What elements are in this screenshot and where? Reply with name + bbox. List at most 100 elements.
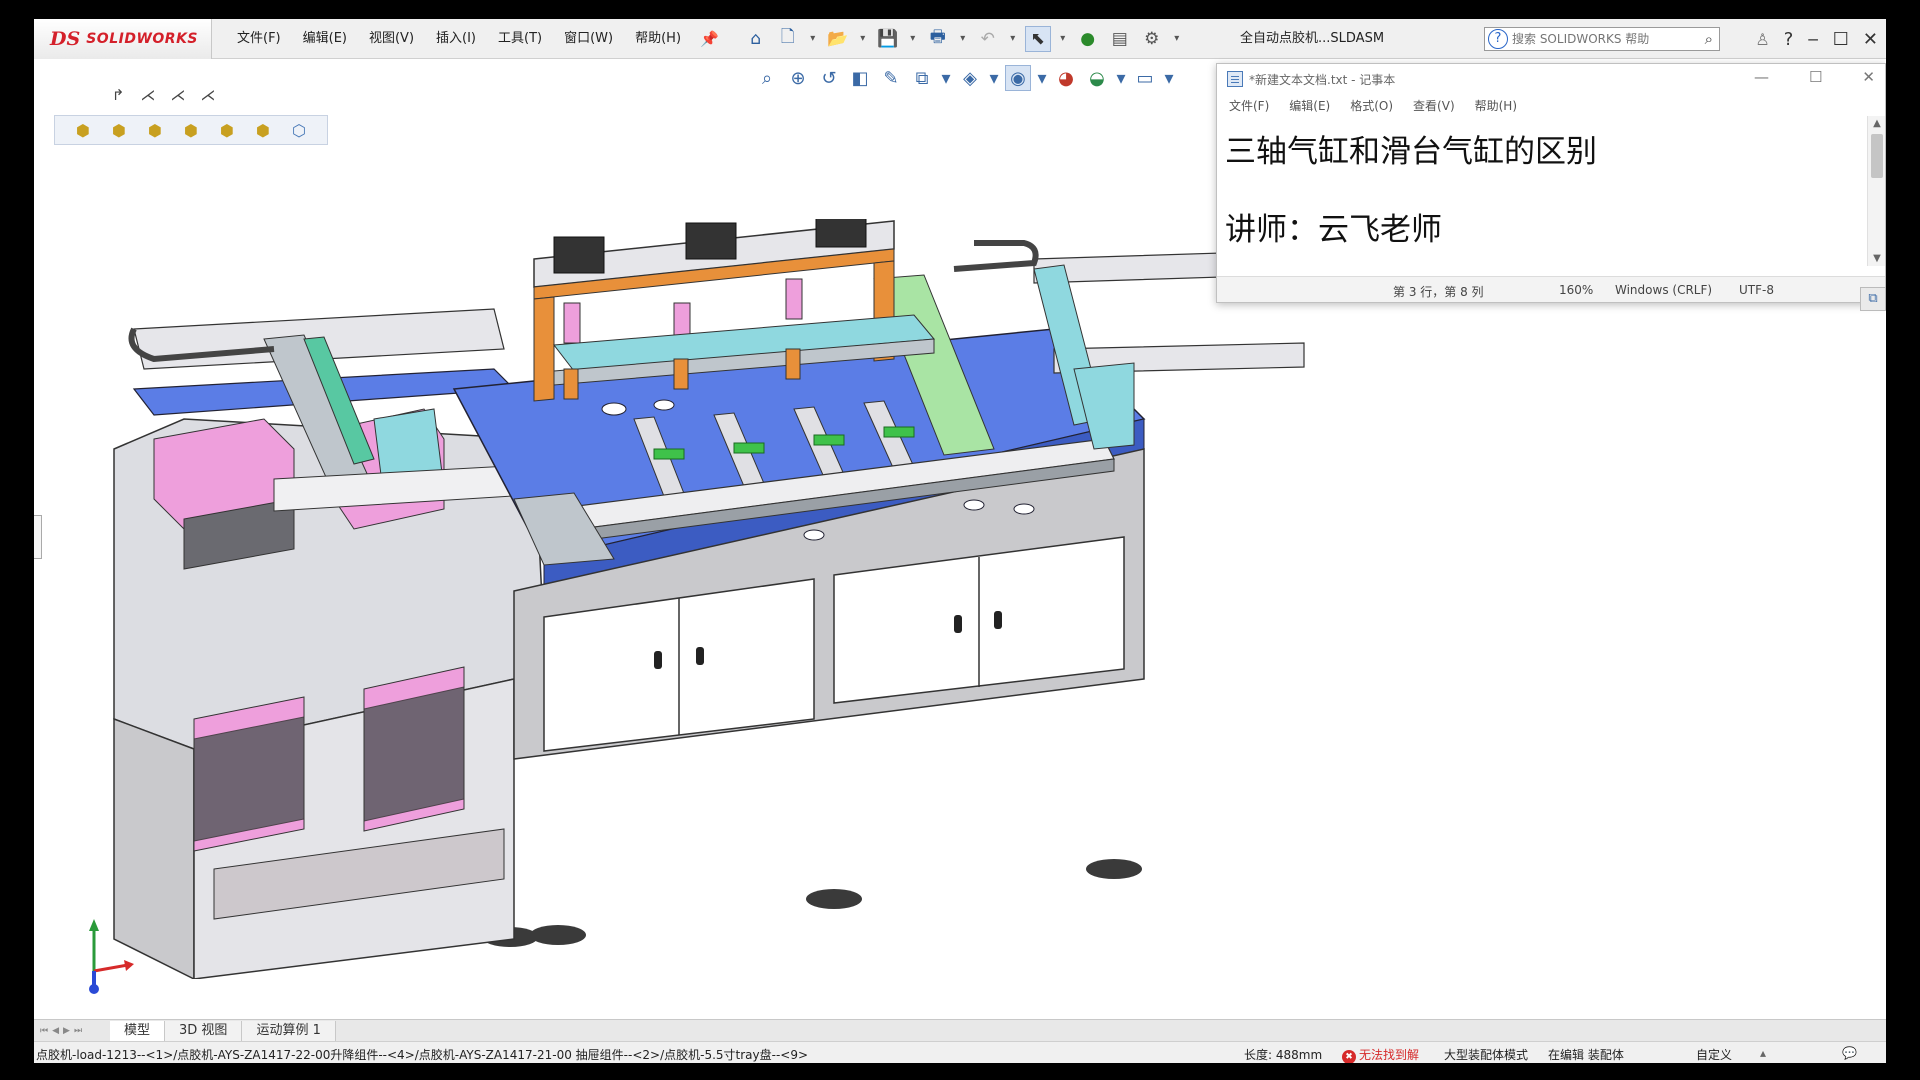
open-icon[interactable]: 📂: [825, 26, 851, 52]
display-style-dropdown-icon[interactable]: ▾: [988, 65, 1000, 91]
dynamic-annotation-icon[interactable]: ✎: [878, 65, 904, 91]
notepad-menu-file[interactable]: 文件(F): [1229, 97, 1269, 114]
select-dropdown-icon[interactable]: ▾: [1057, 26, 1069, 52]
notepad-icon: [1227, 71, 1243, 87]
status-chat-icon[interactable]: 💬: [1842, 1046, 1857, 1060]
length-readout: 长度: 488mm: [1244, 1048, 1323, 1062]
notepad-text-area[interactable]: 三轴气缸和滑台气缸的区别 讲师：云飞老师: [1217, 116, 1867, 266]
save-icon[interactable]: 💾: [875, 26, 901, 52]
menu-tools[interactable]: 工具(T): [487, 19, 553, 59]
undo-icon[interactable]: ↶: [975, 26, 1001, 52]
units-custom[interactable]: 自定义: [1696, 1046, 1732, 1063]
hide-show-dropdown-icon[interactable]: ▾: [1036, 65, 1048, 91]
menu-view[interactable]: 视图(V): [358, 19, 425, 59]
prev-tab-icon[interactable]: ◀: [52, 1026, 59, 1036]
model-viewport[interactable]: [74, 219, 1634, 979]
menu-help[interactable]: 帮助(H): [624, 19, 692, 59]
open-dropdown-icon[interactable]: ▾: [857, 26, 869, 52]
linear-pattern-icon[interactable]: ⬢: [141, 118, 169, 142]
tab-scroll-arrows[interactable]: ⏮ ◀ ▶ ⏭: [34, 1020, 110, 1042]
tab-3d-views[interactable]: 3D 视图: [165, 1020, 243, 1041]
menu-file[interactable]: 文件(F): [226, 19, 292, 59]
last-tab-icon[interactable]: ⏭: [74, 1026, 82, 1036]
select-icon[interactable]: ⬉: [1024, 25, 1051, 52]
new-document-icon[interactable]: 🗋: [775, 26, 801, 52]
view-settings-icon[interactable]: ▭: [1132, 65, 1158, 91]
notepad-close-icon[interactable]: ✕: [1862, 68, 1875, 86]
apply-scene-dropdown-icon[interactable]: ▾: [1115, 65, 1127, 91]
notepad-maximize-icon[interactable]: ☐: [1809, 68, 1822, 86]
move-component-icon[interactable]: ⬢: [213, 118, 241, 142]
previous-view-icon[interactable]: ↺: [816, 65, 842, 91]
print-icon[interactable]: 🖶: [925, 26, 951, 52]
insert-component-icon[interactable]: ⬢: [69, 118, 97, 142]
options-gear-icon[interactable]: ⚙: [1139, 26, 1165, 52]
search-icon[interactable]: ⌕: [1705, 30, 1713, 48]
next-tab-icon[interactable]: ▶: [63, 1026, 70, 1036]
file-properties-icon[interactable]: ▤: [1107, 26, 1133, 52]
task-pane-icon[interactable]: ⧉: [1860, 287, 1886, 311]
notepad-window[interactable]: *新建文本文档.txt - 记事本 — ☐ ✕ 文件(F) 编辑(E) 格式(O…: [1216, 63, 1886, 303]
mate-icon[interactable]: ⬢: [105, 118, 133, 142]
maximize-icon[interactable]: ☐: [1833, 29, 1849, 50]
traffic-light-icon[interactable]: ●: [1075, 26, 1101, 52]
notepad-menu-help[interactable]: 帮助(H): [1475, 97, 1517, 114]
line-tool-icon[interactable]: ⋌: [166, 83, 190, 107]
edit-appearance-icon[interactable]: ◕: [1053, 65, 1079, 91]
print-dropdown-icon[interactable]: ▾: [957, 26, 969, 52]
solidworks-logo[interactable]: DS SOLIDWORKS: [34, 19, 212, 59]
notepad-line-2: 讲师：云飞老师: [1225, 212, 1442, 248]
zoom-to-fit-icon[interactable]: ⌕: [754, 65, 780, 91]
spline-tool-icon[interactable]: ⋌: [196, 83, 220, 107]
new-dropdown-icon[interactable]: ▾: [807, 26, 819, 52]
view-orientation-dropdown-icon[interactable]: ▾: [940, 65, 952, 91]
smart-fasteners-icon[interactable]: ⬢: [177, 118, 205, 142]
view-orientation-icon[interactable]: ⧉: [909, 65, 935, 91]
notepad-scrollbar[interactable]: ▲ ▼: [1867, 116, 1885, 266]
apply-scene-icon[interactable]: ◒: [1084, 65, 1110, 91]
redirect-icon[interactable]: ↱: [106, 83, 130, 107]
editing-assembly: 在编辑 装配体: [1548, 1048, 1624, 1062]
help-search-input[interactable]: [1512, 32, 1672, 46]
hide-show-icon[interactable]: ◉: [1005, 65, 1031, 91]
tab-motion-study[interactable]: 运动算例 1: [242, 1020, 336, 1041]
document-title: 全自动点胶机...SLDASM: [1240, 31, 1385, 46]
zoom-area-icon[interactable]: ⊕: [785, 65, 811, 91]
options-dropdown-icon[interactable]: ▾: [1171, 26, 1183, 52]
notepad-minimize-icon[interactable]: —: [1754, 68, 1769, 86]
section-view-icon[interactable]: ◧: [847, 65, 873, 91]
close-icon[interactable]: ✕: [1863, 29, 1878, 50]
scroll-up-icon[interactable]: ▲: [1868, 118, 1886, 129]
notepad-menu-view[interactable]: 查看(V): [1413, 97, 1455, 114]
tab-model[interactable]: 模型: [110, 1020, 166, 1041]
notepad-menu-format[interactable]: 格式(O): [1350, 97, 1393, 114]
pin-menu-icon[interactable]: 📌: [700, 30, 719, 48]
notepad-menu-edit[interactable]: 编辑(E): [1289, 97, 1330, 114]
minimize-icon[interactable]: ‒: [1807, 29, 1818, 50]
smart-dimension-icon[interactable]: ⋌: [136, 83, 160, 107]
menu-window[interactable]: 窗口(W): [553, 19, 624, 59]
first-tab-icon[interactable]: ⏮: [40, 1026, 48, 1036]
heads-up-view-toolbar: ⌕ ⊕ ↺ ◧ ✎ ⧉ ▾ ◈ ▾ ◉ ▾ ◕ ◒ ▾ ▭ ▾: [754, 63, 1175, 93]
feature-tree-toggle[interactable]: [34, 515, 42, 559]
help-circle-icon: ?: [1488, 29, 1508, 49]
help-search-box[interactable]: ? ⌕: [1484, 27, 1720, 51]
home-icon[interactable]: ⌂: [743, 26, 769, 52]
view-settings-dropdown-icon[interactable]: ▾: [1163, 65, 1175, 91]
menu-insert[interactable]: 插入(I): [425, 19, 487, 59]
show-hidden-icon[interactable]: ⬢: [249, 118, 277, 142]
cursor-position: 第 3 行，第 8 列: [1393, 285, 1484, 299]
save-dropdown-icon[interactable]: ▾: [907, 26, 919, 52]
solidworks-window: DS SOLIDWORKS 文件(F) 编辑(E) 视图(V) 插入(I) 工具…: [34, 19, 1886, 1063]
display-style-icon[interactable]: ◈: [957, 65, 983, 91]
undo-dropdown-icon[interactable]: ▾: [1007, 26, 1019, 52]
user-icon[interactable]: ♙: [1755, 30, 1769, 49]
assembly-features-icon[interactable]: ⬡: [285, 118, 313, 142]
units-dropdown-icon[interactable]: ▴: [1760, 1046, 1766, 1060]
scroll-thumb[interactable]: [1871, 134, 1883, 178]
scroll-down-icon[interactable]: ▼: [1868, 253, 1886, 264]
solve-error-status[interactable]: 无法找到解: [1342, 1046, 1419, 1063]
menu-edit[interactable]: 编辑(E): [292, 19, 358, 59]
standard-toolbar: ⌂ 🗋 ▾ 📂 ▾ 💾 ▾ 🖶 ▾ ↶ ▾ ⬉ ▾ ● ▤ ⚙ ▾: [743, 25, 1183, 52]
help-icon[interactable]: ?: [1784, 29, 1794, 50]
